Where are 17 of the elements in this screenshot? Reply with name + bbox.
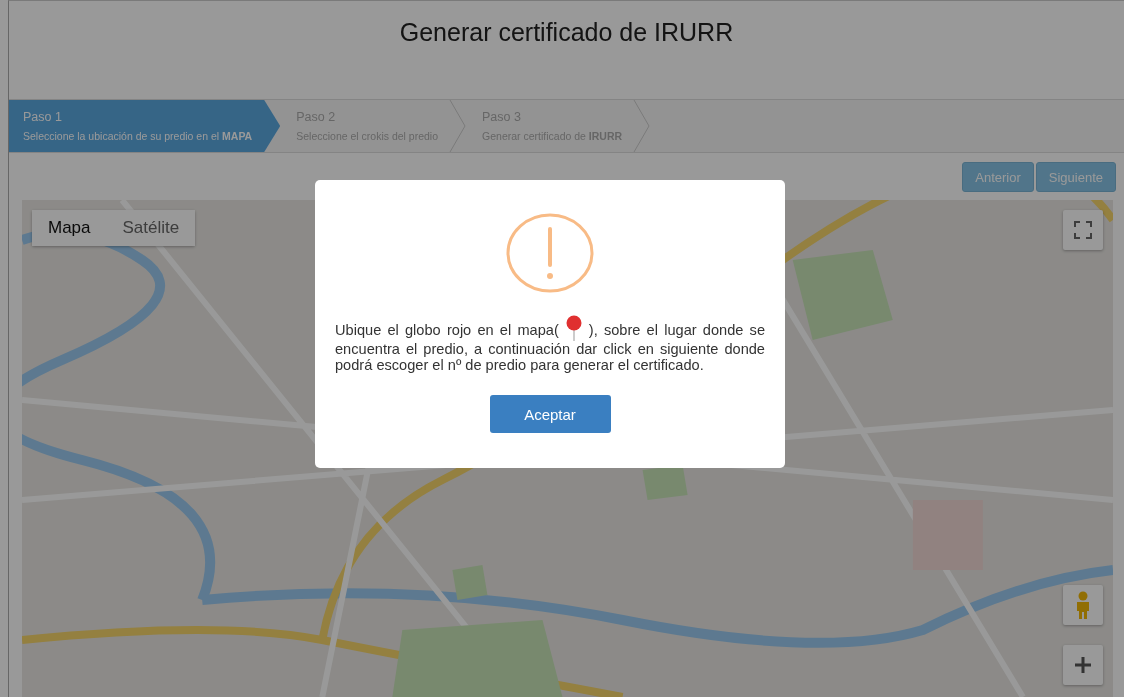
step-separator [449,100,467,152]
fullscreen-button[interactable] [1063,210,1103,250]
map-type-tab[interactable]: Mapa [32,210,107,246]
dialog-message: Ubique el globo rojo en el mapa( ), sobre el lugar donde se encuentra el predio, a continuación dar click en siguiente donde podrá escoger el nº de predio para generar el certificado. [335,315,765,373]
warning-icon [506,213,594,293]
nav-button[interactable]: Anterior [962,162,1034,192]
step-separator [633,100,651,152]
plus-icon [1074,656,1092,674]
pin-icon [564,315,583,341]
nav-button[interactable]: Siguiente [1035,162,1116,192]
map-type-tab[interactable]: Satélite [106,210,196,246]
fullscreen-icon [1074,221,1092,239]
zoom-in-button[interactable] [1063,645,1103,685]
accept-button[interactable]: Aceptar [489,395,611,433]
wizard-step[interactable]: Paso 1 Seleccione la ubicación de su predio en el MAPA [9,100,281,152]
page-title: Generar certificado de IRURR [399,18,734,48]
person-icon [1075,591,1091,619]
